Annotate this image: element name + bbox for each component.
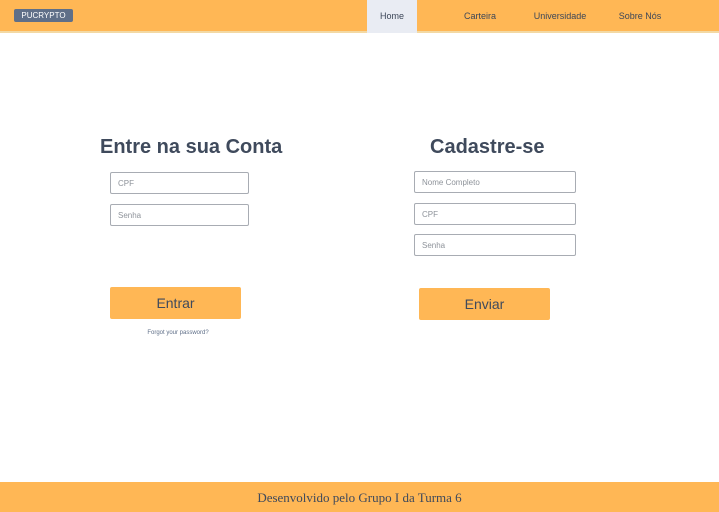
page-footer: Desenvolvido pelo Grupo I da Turma 6 [0, 482, 719, 512]
forgot-password-link[interactable]: Forgot your password? [110, 330, 246, 336]
enviar-button[interactable]: Enviar [419, 288, 550, 320]
top-navbar: PUCRYPTO Home Carteira Universidade Sobr… [0, 0, 719, 33]
nav-link-sobre-nos[interactable]: Sobre Nós [614, 0, 666, 31]
entrar-button[interactable]: Entrar [110, 287, 241, 319]
login-cpf-field[interactable] [110, 172, 249, 194]
nav-link-carteira[interactable]: Carteira [455, 0, 505, 31]
signup-senha-field[interactable] [414, 234, 576, 256]
signup-cpf-field[interactable] [414, 203, 576, 225]
login-senha-field[interactable] [110, 204, 249, 226]
footer-text: Desenvolvido pelo Grupo I da Turma 6 [257, 490, 462, 505]
signup-nome-field[interactable] [414, 171, 576, 193]
login-title: Entre na sua Conta [100, 136, 283, 158]
nav-link-universidade[interactable]: Universidade [528, 0, 592, 31]
nav-link-home[interactable]: Home [367, 0, 417, 33]
signup-title: Cadastre-se [430, 136, 545, 158]
brand-logo-button[interactable]: PUCRYPTO [14, 9, 73, 22]
